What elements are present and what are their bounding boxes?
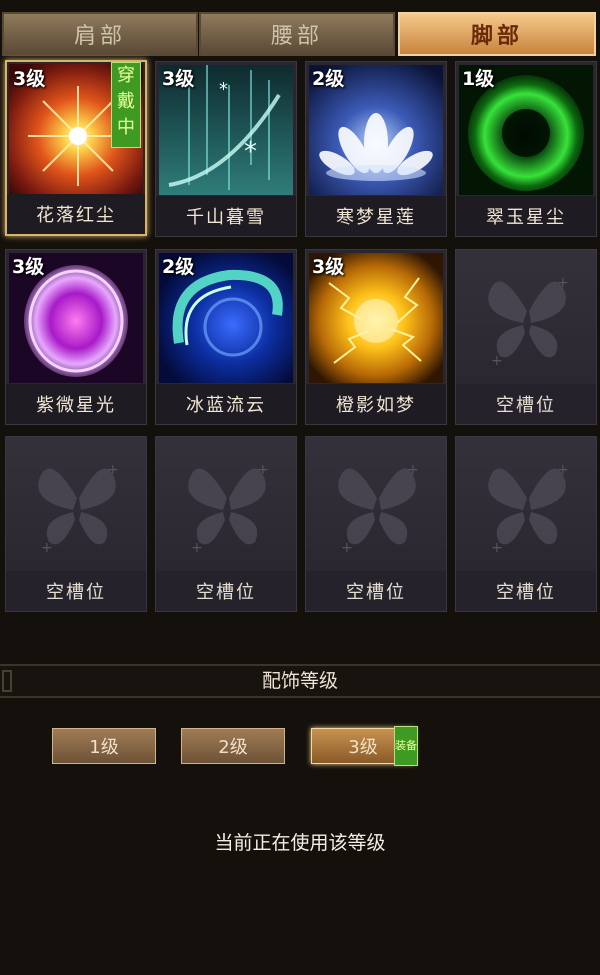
section-header: 配饰等级 — [0, 664, 600, 698]
slot-card-7[interactable]: 3级 橙影如梦 — [305, 249, 447, 425]
slot-card-3[interactable]: 2级 寒梦星莲 — [305, 61, 447, 237]
svg-text:+: + — [191, 540, 203, 556]
slot-level: 3级 — [162, 68, 195, 90]
svg-text:+: + — [341, 540, 353, 556]
butterfly-icon: + + — [459, 253, 593, 383]
butterfly-icon: + + — [459, 440, 593, 570]
svg-text:*: * — [219, 79, 228, 100]
level-3-button[interactable]: 3级 装备 — [311, 726, 418, 766]
status-text: 当前正在使用该等级 — [214, 832, 386, 854]
svg-text:+: + — [41, 540, 53, 556]
slot-card-2[interactable]: * * 3级 千山暮雪 — [155, 61, 297, 237]
accessory-tabs: 肩部 腰部 脚部 — [0, 12, 600, 58]
svg-text:+: + — [107, 462, 119, 478]
slot-card-6[interactable]: 2级 冰蓝流云 — [155, 249, 297, 425]
slot-level: 2级 — [162, 256, 195, 278]
tab-shoulder[interactable]: 肩部 — [2, 12, 198, 56]
empty-slot-5[interactable]: + + 空槽位 — [455, 436, 597, 612]
svg-text:*: * — [244, 137, 257, 167]
svg-text:+: + — [557, 462, 569, 478]
butterfly-icon: + + — [309, 440, 443, 570]
slot-name: 寒梦星莲 — [306, 196, 446, 236]
svg-text:+: + — [491, 353, 503, 369]
level-2-button[interactable]: 2级 — [181, 728, 285, 764]
slot-name: 花落红尘 — [7, 194, 145, 234]
empty-slot-2[interactable]: + + 空槽位 — [5, 436, 147, 612]
tab-waist[interactable]: 腰部 — [199, 12, 395, 56]
level-1-button[interactable]: 1级 — [52, 728, 156, 764]
empty-slot-4[interactable]: + + 空槽位 — [305, 436, 447, 612]
tab-feet[interactable]: 脚部 — [398, 12, 596, 56]
slot-level: 3级 — [312, 256, 345, 278]
butterfly-icon: + + — [159, 440, 293, 570]
svg-text:+: + — [407, 462, 419, 478]
empty-slot-1[interactable]: + + 空槽位 — [455, 249, 597, 425]
svg-text:+: + — [257, 462, 269, 478]
slot-name: 空槽位 — [306, 571, 446, 611]
slot-level: 3级 — [12, 256, 45, 278]
slot-level: 1级 — [462, 68, 495, 90]
slot-level: 2级 — [312, 68, 345, 90]
butterfly-icon: + + — [9, 440, 143, 570]
slot-card-4[interactable]: 1级 翠玉星尘 — [455, 61, 597, 237]
slot-name: 千山暮雪 — [156, 196, 296, 236]
slot-name: 橙影如梦 — [306, 384, 446, 424]
slot-name: 空槽位 — [456, 571, 596, 611]
slot-name: 空槽位 — [6, 571, 146, 611]
equipped-badge: 装备 — [394, 726, 418, 766]
slot-card-1[interactable]: 3级 穿戴中 花落红尘 — [5, 60, 147, 236]
svg-text:+: + — [491, 540, 503, 556]
slot-name: 冰蓝流云 — [156, 384, 296, 424]
slot-name: 空槽位 — [156, 571, 296, 611]
slot-name: 紫微星光 — [6, 384, 146, 424]
slot-name: 翠玉星尘 — [456, 196, 596, 236]
slot-level: 3级 — [13, 68, 46, 90]
slot-name: 空槽位 — [456, 384, 596, 424]
empty-slot-3[interactable]: + + 空槽位 — [155, 436, 297, 612]
slot-card-5[interactable]: 3级 紫微星光 — [5, 249, 147, 425]
wearing-badge: 穿戴中 — [111, 62, 141, 148]
level-3-label: 3级 — [348, 737, 378, 758]
svg-text:+: + — [557, 275, 569, 291]
section-title: 配饰等级 — [261, 670, 338, 692]
